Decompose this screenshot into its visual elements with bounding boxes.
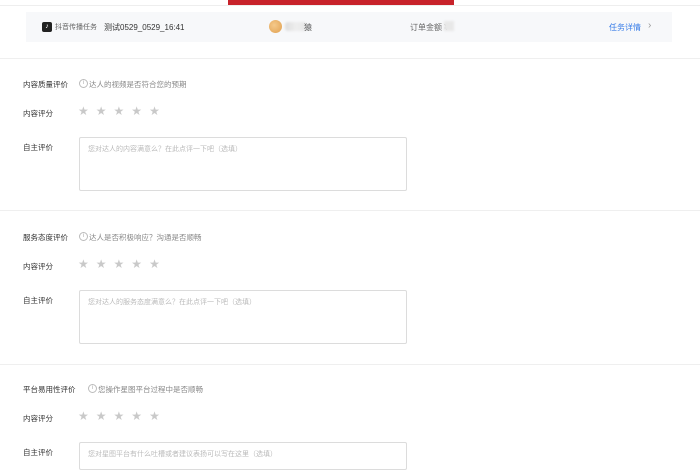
task-platform-label: 抖音传播任务: [55, 24, 97, 31]
info-icon: i: [79, 232, 88, 241]
douyin-logo-icon: ♪: [42, 22, 52, 32]
section-hint: 达人的视频是否符合您的预期: [89, 80, 187, 89]
star-icon[interactable]: ★: [131, 258, 142, 270]
comment-textarea[interactable]: 您对达人的服务态度满意么？在此点评一下吧（选填）: [79, 290, 407, 344]
star-icon[interactable]: ★: [96, 105, 107, 117]
rating-label: 内容评分: [23, 414, 53, 423]
section-hint: 达人是否积极响应？沟通是否顺畅: [89, 233, 202, 242]
task-detail-link[interactable]: 任务详情: [609, 22, 641, 33]
star-icon[interactable]: ★: [131, 410, 142, 422]
star-icon[interactable]: ★: [149, 105, 160, 117]
star-icon[interactable]: ★: [78, 410, 89, 422]
influencer-name-suffix: 猿: [304, 23, 312, 32]
comment-label: 自主评价: [23, 448, 53, 457]
star-icon[interactable]: ★: [96, 258, 107, 270]
star-icon[interactable]: ★: [114, 105, 125, 117]
avatar: [269, 20, 282, 33]
star-rating[interactable]: ★ ★ ★ ★ ★: [78, 105, 160, 117]
star-icon[interactable]: ★: [96, 410, 107, 422]
section-divider: [0, 58, 700, 59]
section-divider: [0, 364, 700, 365]
task-name: 测试0529_0529_16:41: [104, 23, 185, 32]
star-icon[interactable]: ★: [149, 258, 160, 270]
comment-label: 自主评价: [23, 143, 53, 152]
star-rating[interactable]: ★ ★ ★ ★ ★: [78, 410, 160, 422]
comment-placeholder: 您对达人的服务态度满意么？在此点评一下吧（选填）: [88, 299, 256, 306]
star-icon[interactable]: ★: [131, 105, 142, 117]
star-icon[interactable]: ★: [114, 410, 125, 422]
info-icon: i: [79, 79, 88, 88]
comment-textarea[interactable]: 您对星图平台有什么吐槽或者建议表扬可以写在这里（选填）: [79, 442, 407, 470]
comment-placeholder: 您对达人的内容满意么？在此点评一下吧（选填）: [88, 146, 242, 153]
star-icon[interactable]: ★: [149, 410, 160, 422]
task-summary-row: ♪ 抖音传播任务 测试0529_0529_16:41 猿 订单金额 ¥ 任务详情…: [26, 12, 672, 42]
section-title-content-quality: 内容质量评价: [23, 80, 68, 89]
chevron-right-icon[interactable]: ›: [648, 20, 651, 31]
comment-label: 自主评价: [23, 296, 53, 305]
order-amount-redacted: [444, 21, 454, 31]
comment-placeholder: 您对星图平台有什么吐槽或者建议表扬可以写在这里（选填）: [88, 451, 277, 458]
top-divider: [0, 5, 700, 6]
section-hint: 您操作星图平台过程中是否顺畅: [98, 385, 203, 394]
section-divider: [0, 210, 700, 211]
info-icon: i: [88, 384, 97, 393]
star-rating[interactable]: ★ ★ ★ ★ ★: [78, 258, 160, 270]
section-title-platform-usability: 平台易用性评价: [23, 385, 76, 394]
star-icon[interactable]: ★: [78, 258, 89, 270]
rating-label: 内容评分: [23, 109, 53, 118]
comment-textarea[interactable]: 您对达人的内容满意么？在此点评一下吧（选填）: [79, 137, 407, 191]
rating-label: 内容评分: [23, 262, 53, 271]
star-icon[interactable]: ★: [114, 258, 125, 270]
section-title-service-attitude: 服务态度评价: [23, 233, 68, 242]
order-amount-label: 订单金额 ¥: [410, 23, 449, 32]
star-icon[interactable]: ★: [78, 105, 89, 117]
